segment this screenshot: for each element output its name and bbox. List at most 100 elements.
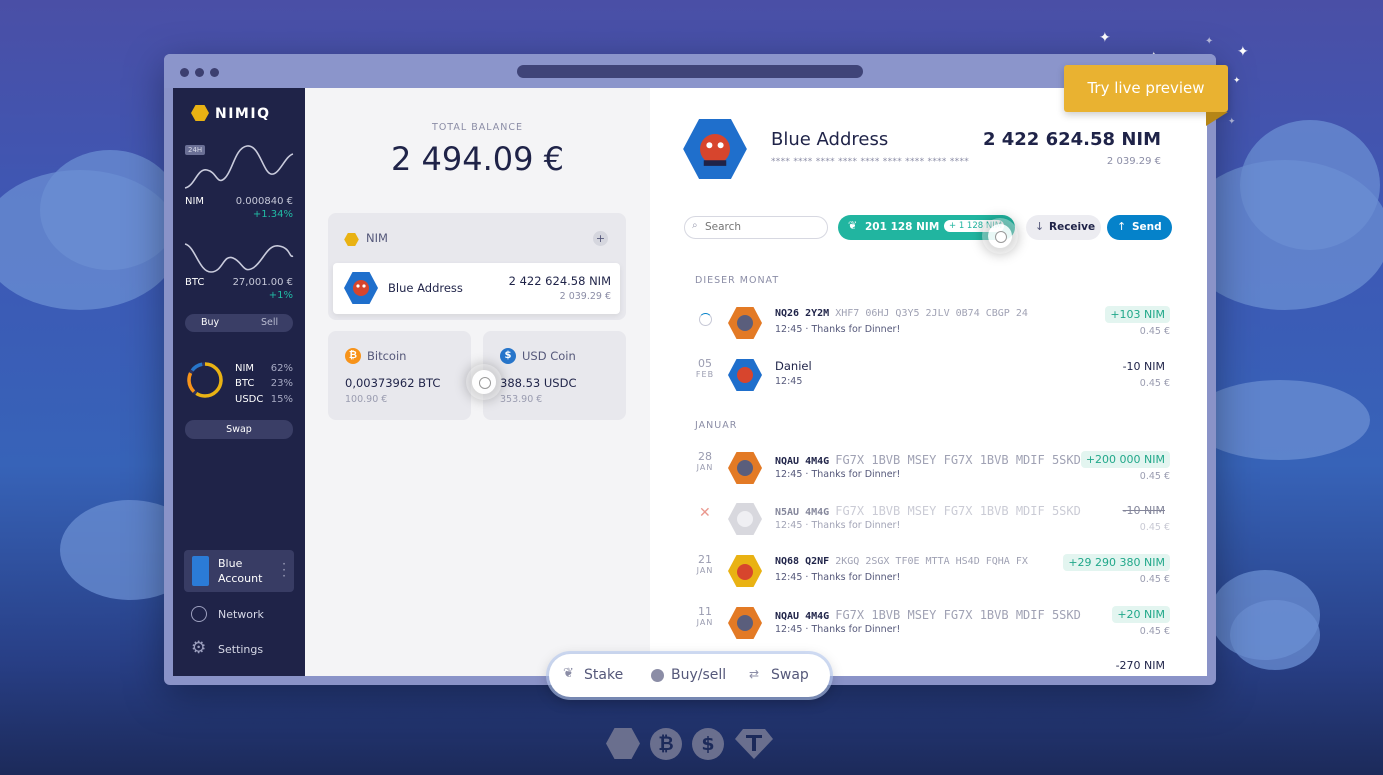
transaction-fiat: 0.45 € xyxy=(1139,326,1170,337)
account-menu-icon[interactable]: · · · xyxy=(282,558,286,582)
transaction-row[interactable]: 11 JAN NQAU 4M4G FG7X 1BVB MSEY FG7X 1BVB… xyxy=(690,604,1170,644)
ribbon-fold xyxy=(1206,112,1228,126)
window-dot xyxy=(195,68,204,77)
account-name-line1: Blue xyxy=(218,557,243,570)
pointer-indicator xyxy=(988,224,1012,248)
allocation-ring-chart xyxy=(187,362,223,398)
btc-label: BTC xyxy=(185,277,205,288)
usdc-card[interactable]: $ USD Coin 388.53 USDC 353.90 € xyxy=(483,331,626,420)
account-button[interactable]: Blue Account · · · xyxy=(184,550,294,592)
receive-button[interactable]: ↓ Receive xyxy=(1026,215,1101,240)
usdc-currency-icon: $ xyxy=(692,728,724,760)
bitcoin-amount: 0,00373962 BTC xyxy=(345,376,441,390)
try-live-preview-button[interactable]: Try live preview xyxy=(1064,65,1228,112)
send-label: Send xyxy=(1132,221,1162,233)
sparkle-icon: ✦ xyxy=(1233,76,1241,86)
transaction-fiat: 0.45 € xyxy=(1139,574,1170,585)
nim-price-sparkline xyxy=(184,145,294,189)
search-field[interactable]: ⌕ xyxy=(684,216,828,239)
buy-sell-toggle[interactable]: Buy Sell xyxy=(185,314,293,332)
send-button[interactable]: ↑ Send xyxy=(1107,215,1172,240)
stake-button[interactable]: ❦ Stake xyxy=(563,666,641,686)
arrow-up-icon: ↑ xyxy=(1117,220,1127,233)
sparkle-icon: ✦ xyxy=(1205,36,1214,47)
transaction-row[interactable]: ✕ N5AU 4M4G FG7X 1BVB MSEY FG7X 1BVB MDI… xyxy=(690,500,1170,540)
transaction-address: NQ26 2Y2M XHF7 06HJ Q3Y5 2JLV 0B74 CBGP … xyxy=(775,308,1028,319)
bitcoin-card[interactable]: ₿ Bitcoin 0,00373962 BTC 100.90 € xyxy=(328,331,471,420)
window-dot xyxy=(180,68,189,77)
transaction-fiat: 0.45 € xyxy=(1139,522,1170,533)
detail-address-masked[interactable]: **** **** **** **** **** **** **** **** … xyxy=(771,157,969,167)
transaction-amount: -270 NIM xyxy=(1115,659,1165,672)
network-label: Network xyxy=(218,608,264,621)
btc-price: 27,001.00 € xyxy=(232,277,293,288)
nim-change: +1.34% xyxy=(252,209,293,220)
arrow-down-icon: ↓ xyxy=(1035,220,1045,233)
buysell-button[interactable]: Buy/sell xyxy=(651,666,735,686)
alloc-btc-pct: 23% xyxy=(270,378,293,389)
usdt-currency-icon xyxy=(735,729,773,759)
address-card[interactable]: Blue Address 2 422 624.58 NIM 2 039.29 € xyxy=(333,263,620,314)
sidebar: NIMIQ 24H NIM 0.000840 € +1.34% BTC 27,0… xyxy=(173,88,305,676)
background-cloud xyxy=(1230,600,1320,670)
sell-button[interactable]: Sell xyxy=(261,317,278,328)
add-address-button[interactable]: + xyxy=(593,231,608,246)
alloc-usdc-label: USDC xyxy=(235,394,264,405)
btc-price-sparkline xyxy=(184,243,294,273)
account-name-line2: Account xyxy=(218,572,263,585)
transaction-row[interactable]: 28 JAN NQAU 4M4G FG7X 1BVB MSEY FG7X 1BVB… xyxy=(690,449,1170,489)
nim-currency-icon xyxy=(606,728,640,759)
settings-nav[interactable]: ⚙ Settings xyxy=(191,638,291,661)
browser-window: NIMIQ 24H NIM 0.000840 € +1.34% BTC 27,0… xyxy=(164,54,1216,685)
nimiq-logo-icon xyxy=(191,105,209,121)
nim-price: 0.000840 € xyxy=(235,196,293,207)
total-balance-label: TOTAL BALANCE xyxy=(432,122,523,133)
transaction-amount: +103 NIM xyxy=(1105,306,1170,323)
bitcoin-currency-icon: ₿ xyxy=(650,728,682,760)
sparkle-icon: ✦ xyxy=(1228,117,1236,127)
transaction-amount: +29 290 380 NIM xyxy=(1063,554,1170,571)
transaction-address: N5AU 4M4G FG7X 1BVB MSEY FG7X 1BVB MDIF … xyxy=(775,504,1081,518)
swap-bar-button[interactable]: ⇄ Swap xyxy=(749,666,821,686)
usdc-fiat: 353.90 € xyxy=(500,394,543,405)
transaction-row[interactable]: NQ26 2Y2M XHF7 06HJ Q3Y5 2JLV 0B74 CBGP … xyxy=(690,304,1170,344)
section-header-january: JANUAR xyxy=(695,420,738,431)
transaction-address: NQAU 4M4G FG7X 1BVB MSEY FG7X 1BVB MDIF … xyxy=(775,608,1081,622)
transaction-avatar-icon xyxy=(728,555,762,587)
swap-arrows-icon: ⇄ xyxy=(749,667,760,681)
transaction-fiat: 0.45 € xyxy=(1139,378,1170,389)
bitcoin-title: Bitcoin xyxy=(367,349,407,363)
bottom-action-bar: ❦ Stake Buy/sell ⇄ Swap xyxy=(549,654,830,697)
bitcoin-icon: ₿ xyxy=(345,348,361,364)
nim-label: NIM xyxy=(185,196,205,207)
swap-button[interactable]: Swap xyxy=(185,420,293,439)
transaction-amount: +200 000 NIM xyxy=(1080,451,1170,468)
background-cloud xyxy=(1190,380,1370,460)
transaction-fiat: 0.45 € xyxy=(1139,471,1170,482)
transaction-row[interactable]: 21 JAN NQ68 Q2NF 2KGQ 2SGX TF0E MTTA HS4D… xyxy=(690,552,1170,592)
detail-address-name: Blue Address xyxy=(771,129,889,150)
search-input[interactable] xyxy=(705,219,820,235)
alloc-usdc-pct: 15% xyxy=(270,394,293,405)
alloc-nim-pct: 62% xyxy=(270,363,293,374)
gear-icon: ⚙ xyxy=(191,638,207,658)
transaction-row[interactable]: 05 FEB Daniel 12:45 -10 NIM 0.45 € xyxy=(690,356,1170,396)
bitcoin-fiat: 100.90 € xyxy=(345,394,388,405)
sparkle-icon: ✦ xyxy=(1099,30,1111,46)
url-bar[interactable] xyxy=(517,65,863,78)
accounts-panel: TOTAL BALANCE 2 494.09 € NIM + Blue Addr… xyxy=(305,88,650,676)
usdc-icon: $ xyxy=(500,348,516,364)
transaction-meta: 12:45 xyxy=(775,376,803,387)
section-header-this-month: DIESER MONAT xyxy=(695,275,780,286)
btc-change: +1% xyxy=(268,290,293,301)
network-nav[interactable]: Network xyxy=(191,606,291,626)
transaction-amount: +20 NIM xyxy=(1112,606,1170,623)
transaction-avatar-icon xyxy=(728,452,762,484)
buy-button[interactable]: Buy xyxy=(201,317,219,328)
search-icon: ⌕ xyxy=(692,220,698,231)
address-detail-panel: Blue Address **** **** **** **** **** **… xyxy=(650,88,1207,676)
detail-fiat-balance: 2 039.29 € xyxy=(1106,156,1161,167)
coin-icon xyxy=(651,669,664,682)
transaction-date: 28 JAN xyxy=(696,450,714,472)
address-card-nim: 2 422 624.58 NIM xyxy=(508,274,611,288)
